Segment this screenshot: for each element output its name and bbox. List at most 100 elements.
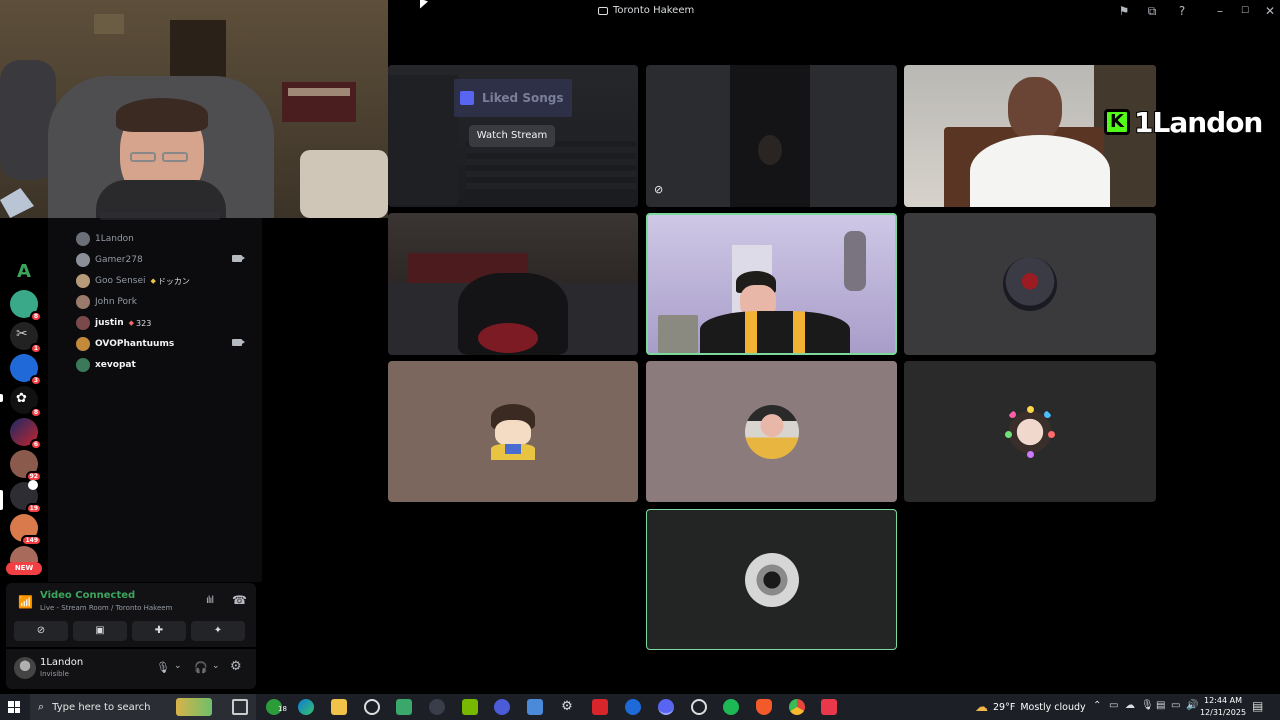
brave-icon[interactable] [756, 699, 772, 715]
start-button[interactable] [8, 701, 20, 713]
settings-icon[interactable]: ⚙ [559, 699, 575, 715]
obs-icon[interactable] [364, 699, 380, 715]
download-app-icon[interactable] [821, 699, 837, 715]
member-row[interactable]: xevopat [76, 356, 254, 374]
kick-name-overlay: K 1Landon [1104, 104, 1264, 140]
tag-text: ドッカン [157, 276, 190, 286]
weather-widget[interactable]: ☁ 29°F Mostly cloudy [975, 694, 1086, 720]
soundboard-button[interactable]: ✦ [191, 621, 245, 641]
member-tag: ◆ ドッカン [151, 276, 190, 287]
signal-icon: 📶 [18, 595, 33, 609]
dark-video-feed [730, 65, 810, 207]
member-name: xevopat [95, 360, 136, 370]
watch-stream-button[interactable]: Watch Stream [469, 125, 555, 147]
tray-cloud-icon[interactable]: ☁ [1125, 700, 1135, 711]
avatar-tile-3[interactable] [646, 361, 897, 502]
help-icon[interactable]: ? [1174, 3, 1190, 19]
server-icon-3[interactable]: 3 [10, 354, 42, 386]
audio-options-chevron-icon[interactable]: ⌄ [212, 661, 220, 671]
screen-share-button[interactable]: ▣ [73, 621, 127, 641]
streamer-hair [116, 98, 208, 132]
noise-suppression-icon[interactable]: ılıl [206, 595, 214, 606]
member-avatar [76, 358, 90, 372]
avatar-tile-1[interactable] [904, 213, 1156, 355]
tray-app-icon[interactable]: ▭ [1109, 700, 1118, 711]
preview-heart-icon [460, 91, 474, 105]
clock-time: 12:44 AM [1204, 696, 1242, 705]
tray-chevron-icon[interactable]: ⌃ [1093, 700, 1101, 711]
voice-status[interactable]: Video Connected [40, 590, 135, 601]
maximize-button[interactable]: ☐ [1237, 3, 1253, 19]
popout-icon[interactable]: ⧉ [1144, 3, 1160, 19]
server-icon-4[interactable]: ✿ 8 [10, 386, 42, 418]
server-icon-2[interactable]: ✂ 1 [10, 322, 42, 354]
media-player-icon[interactable] [494, 699, 510, 715]
stream-tile[interactable]: Liked Songs Watch Stream [388, 65, 638, 207]
server-icon-9[interactable] [10, 546, 38, 562]
avatar-tile-5-speaking[interactable] [646, 509, 897, 650]
user-avatar[interactable] [14, 657, 36, 679]
soundboard-icon: ✦ [213, 625, 223, 636]
server-icon-7[interactable]: 19 [10, 480, 42, 514]
browser-icon[interactable] [625, 699, 641, 715]
spotify-icon[interactable] [723, 699, 739, 715]
store-icon[interactable] [396, 699, 412, 715]
headphones-icon[interactable]: 🎧 [194, 661, 208, 674]
voice-location[interactable]: Live - Stream Room / Toronto Hakeem [40, 604, 172, 612]
xbox-app-icon[interactable]: 18 [266, 699, 287, 715]
search-placeholder[interactable]: Type here to search [52, 702, 150, 713]
task-view-icon[interactable] [232, 699, 248, 715]
member-row[interactable]: Gamer278 [76, 251, 254, 269]
red-app-icon[interactable] [592, 699, 608, 715]
video-tile-dark[interactable]: ⊘ [646, 65, 897, 207]
silhouette [758, 135, 782, 165]
member-row[interactable]: justin ◆ 323 [76, 314, 254, 332]
nvidia-icon[interactable] [462, 699, 478, 715]
chrome-icon[interactable] [789, 699, 805, 715]
server-icon-1[interactable]: 8 [10, 290, 42, 322]
member-row[interactable]: OVOPhantuums [76, 335, 254, 353]
activities-button[interactable]: ✚ [132, 621, 186, 641]
disconnect-icon[interactable]: ☎ [232, 593, 247, 607]
avatar-tile-4[interactable] [904, 361, 1156, 502]
minimize-button[interactable]: – [1212, 3, 1228, 19]
taskbar-search[interactable]: ⌕ Type here to search [30, 694, 256, 720]
member-row[interactable]: Goo Sensei ◆ ドッカン [76, 272, 254, 290]
mic-options-chevron-icon[interactable]: ⌄ [174, 661, 182, 671]
new-unreads-pill[interactable]: NEW [6, 562, 42, 575]
server-icon-a[interactable]: A [10, 258, 38, 286]
tray-volume-icon[interactable]: 🔊 [1186, 700, 1198, 711]
member-row[interactable]: John Pork [76, 293, 254, 311]
voice-member-list: 1Landon Gamer278 Goo Sensei ◆ ドッカン John Pork j… [48, 212, 262, 582]
tray-network-icon[interactable]: ▤ [1156, 700, 1165, 711]
user-name[interactable]: 1Landon [40, 657, 83, 668]
discord-icon[interactable] [658, 699, 674, 715]
tray-mic-icon[interactable]: 🎙 [1141, 700, 1154, 711]
mic-icon[interactable]: 🎙 [156, 661, 170, 674]
avatar-tile-2[interactable] [388, 361, 638, 502]
video-tile-speaking[interactable] [646, 213, 897, 355]
calculator-icon[interactable] [527, 699, 543, 715]
title-bar: Toronto Hakeem ⚑ ⧉ ? – ☐ ✕ [388, 0, 1280, 22]
tray-monitor-icon[interactable]: ▭ [1171, 700, 1180, 711]
tag-icon: ◆ [128, 319, 135, 327]
inbox-flag-icon[interactable]: ⚑ [1116, 3, 1132, 19]
app-arrow-icon[interactable] [429, 699, 445, 715]
server-icon-6[interactable]: 92 [10, 450, 42, 482]
camera-toggle-button[interactable]: ⊘ [14, 621, 68, 641]
tag-icon: ◆ [150, 277, 156, 285]
server-icon-8[interactable]: 149 [10, 514, 42, 546]
camera-icon [232, 255, 245, 262]
file-explorer-icon[interactable] [331, 699, 347, 715]
system-clock[interactable]: 12:44 AM 12/31/2025 [1198, 695, 1248, 719]
user-avatar-flower-crown [1003, 404, 1057, 459]
video-tile-participant-2[interactable] [388, 213, 638, 355]
notification-icon[interactable]: ▤ [1252, 699, 1263, 713]
settings-gear-icon[interactable]: ⚙ [230, 659, 242, 674]
edge-icon[interactable] [298, 699, 314, 715]
close-button[interactable]: ✕ [1262, 3, 1278, 19]
steam-icon[interactable] [691, 699, 707, 715]
member-row[interactable]: 1Landon [76, 230, 254, 248]
glasses-left [130, 152, 156, 162]
server-icon-5[interactable]: 6 [10, 418, 42, 450]
